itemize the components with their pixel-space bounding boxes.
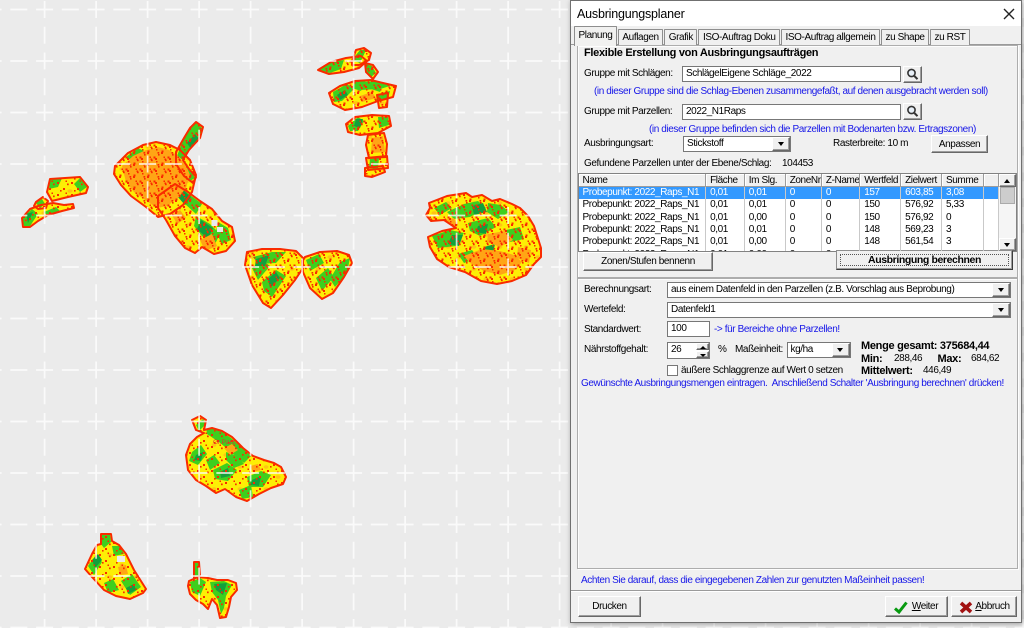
svg-text:Gr.Parz.: Gr.Parz. (213, 439, 237, 446)
